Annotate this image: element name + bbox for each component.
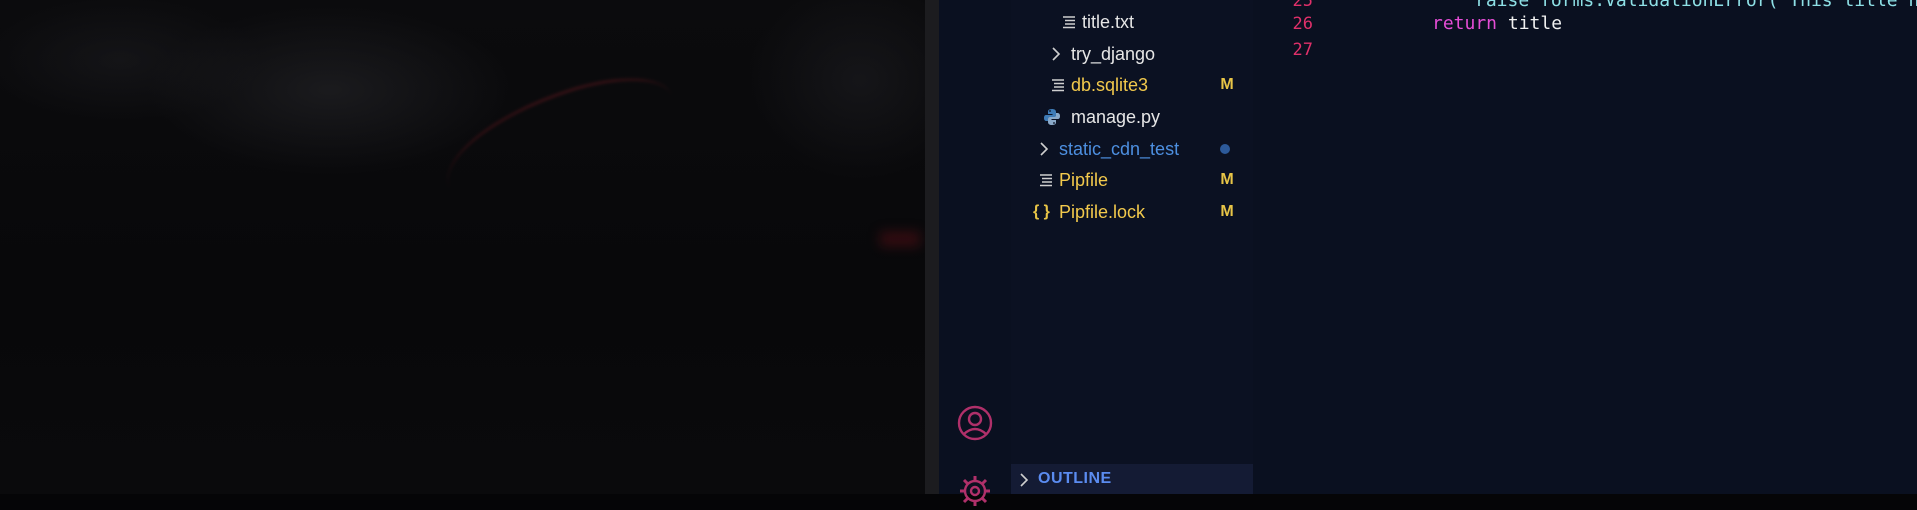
code-keyword: return	[1432, 13, 1498, 34]
chevron-right-icon	[1039, 134, 1049, 164]
tree-item-label: Pipfile	[1059, 170, 1109, 190]
wallpaper-glow	[880, 232, 920, 246]
chevron-right-icon	[1020, 473, 1029, 487]
text-file-icon	[1062, 7, 1076, 37]
git-modified-badge: M	[1220, 203, 1234, 220]
tree-item-label: Pipfile.lock	[1059, 202, 1146, 222]
account-icon[interactable]	[956, 404, 994, 442]
tree-item-label: manage.py	[1071, 107, 1161, 127]
tree-item-label: static_cdn_test	[1059, 139, 1180, 159]
code-identifier: title	[1507, 13, 1563, 34]
tree-item-label: title.txt	[1082, 12, 1135, 32]
outline-section-header[interactable]: OUTLINE	[1011, 464, 1253, 494]
outline-label: OUTLINE	[1038, 470, 1112, 487]
wallpaper-streak	[431, 60, 689, 222]
window-edge	[925, 0, 940, 494]
line-number: 27	[1292, 40, 1313, 60]
chevron-right-icon	[1051, 39, 1061, 69]
code-editor[interactable]: 25 raise forms.ValidationError('This tit…	[1253, 0, 1917, 494]
tree-item-label: db.sqlite3	[1071, 75, 1149, 95]
text-file-icon	[1039, 165, 1053, 195]
line-number: 26	[1292, 14, 1313, 34]
gear-icon[interactable]	[956, 472, 994, 510]
code-line: return title	[1432, 11, 1562, 37]
text-file-icon	[1051, 70, 1065, 100]
tree-item-label: try_django	[1071, 44, 1156, 64]
git-modified-badge: M	[1220, 171, 1234, 188]
activity-bar	[939, 0, 1011, 506]
git-modified-badge: M	[1220, 76, 1234, 93]
desktop-wallpaper	[0, 0, 925, 494]
json-braces-icon: { }	[1033, 203, 1050, 220]
git-untracked-dot	[1220, 144, 1230, 154]
python-icon	[1043, 102, 1061, 132]
